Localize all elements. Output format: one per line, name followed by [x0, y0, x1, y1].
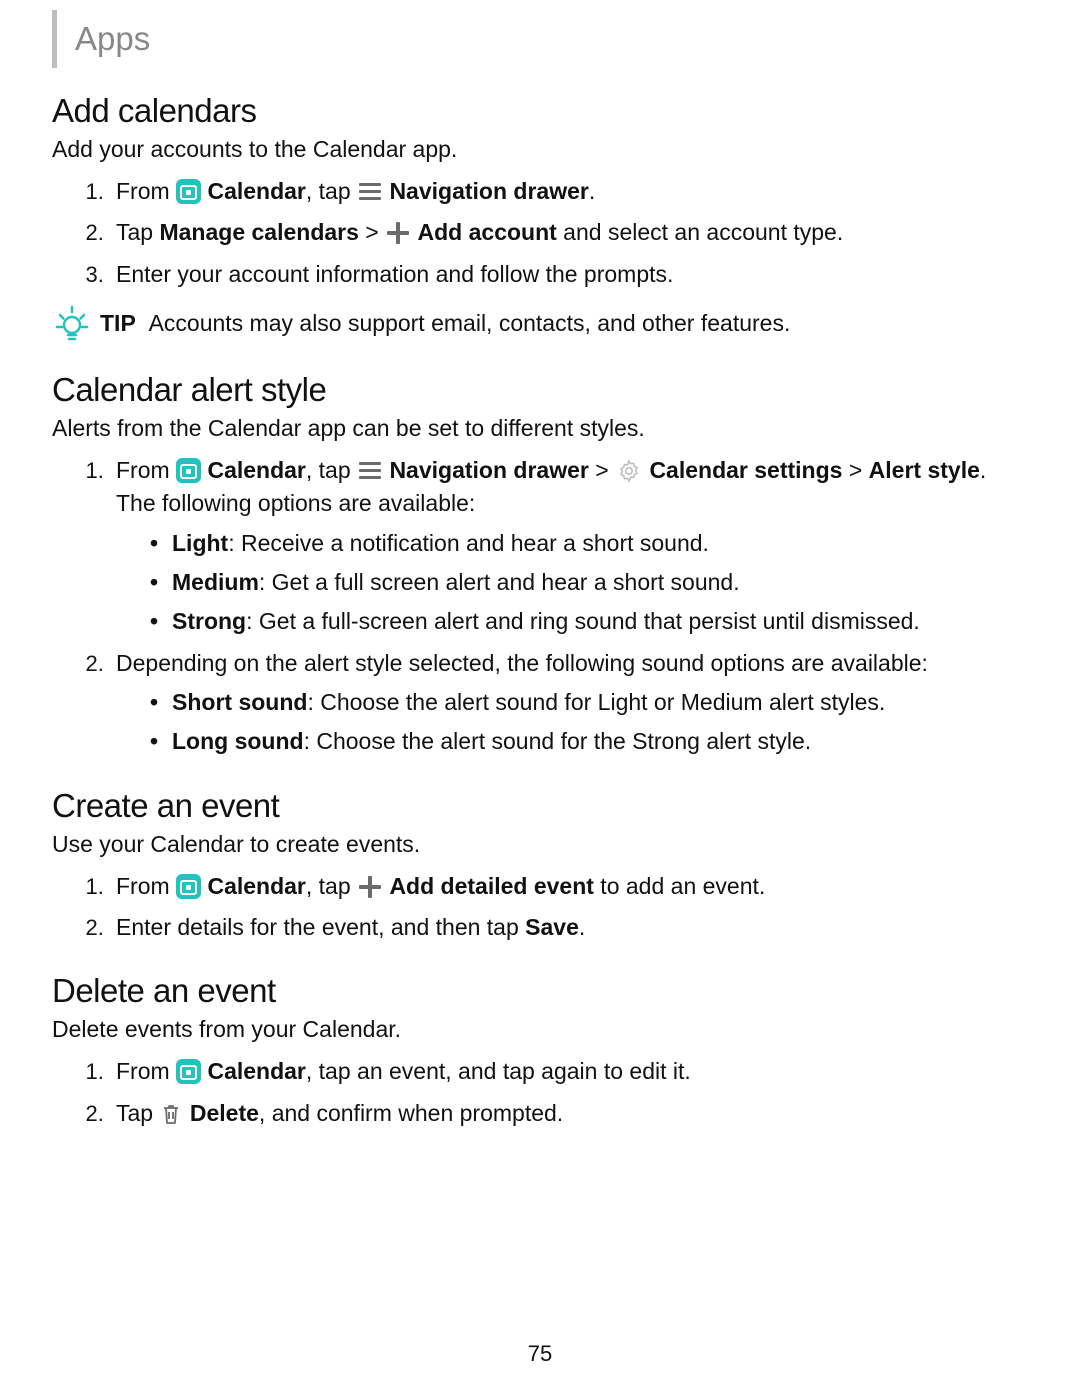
step-item: From Calendar, tap Navigation drawer > C…	[110, 454, 1028, 639]
heading: Calendar alert style	[52, 371, 1028, 409]
calendar-app-icon	[176, 874, 201, 899]
step-item: Tap Manage calendars > Add account and s…	[110, 216, 1028, 249]
page-number: 75	[0, 1341, 1080, 1367]
sub-item: Medium: Get a full screen alert and hear…	[150, 566, 1028, 599]
sub-list: Short sound: Choose the alert sound for …	[116, 686, 1028, 759]
heading: Create an event	[52, 787, 1028, 825]
header-rule	[52, 10, 57, 68]
heading: Delete an event	[52, 972, 1028, 1010]
tip-row: TIP Accounts may also support email, con…	[52, 303, 1028, 343]
step-list: From Calendar, tap Add detailed event to…	[52, 870, 1028, 945]
sub-item: Long sound: Choose the alert sound for t…	[150, 725, 1028, 758]
sub-list: Light: Receive a notification and hear a…	[116, 527, 1028, 639]
step-item: From Calendar, tap Navigation drawer.	[110, 175, 1028, 208]
step-item: From Calendar, tap an event, and tap aga…	[110, 1055, 1028, 1088]
calendar-app-icon	[176, 1059, 201, 1084]
step-list: From Calendar, tap an event, and tap aga…	[52, 1055, 1028, 1130]
trash-delete-icon	[161, 1102, 181, 1126]
lightbulb-tip-icon	[52, 303, 92, 343]
step-list: From Calendar, tap Navigation drawer > C…	[52, 454, 1028, 759]
step-item: Enter details for the event, and then ta…	[110, 911, 1028, 944]
step-item: Tap Delete, and confirm when prompted.	[110, 1097, 1028, 1130]
lead-text: Delete events from your Calendar.	[52, 1016, 1028, 1043]
section-alert-style: Calendar alert style Alerts from the Cal…	[52, 371, 1028, 759]
calendar-app-icon	[176, 458, 201, 483]
step-item: From Calendar, tap Add detailed event to…	[110, 870, 1028, 903]
lead-text: Alerts from the Calendar app can be set …	[52, 415, 1028, 442]
calendar-app-icon	[176, 179, 201, 204]
hamburger-menu-icon	[359, 462, 381, 480]
plus-icon	[387, 222, 409, 244]
sub-item: Light: Receive a notification and hear a…	[150, 527, 1028, 560]
section-delete-event: Delete an event Delete events from your …	[52, 972, 1028, 1130]
heading: Add calendars	[52, 92, 1028, 130]
header-title: Apps	[75, 20, 150, 58]
settings-gear-icon	[617, 459, 641, 483]
step-item: Enter your account information and follo…	[110, 258, 1028, 291]
sub-item: Short sound: Choose the alert sound for …	[150, 686, 1028, 719]
lead-text: Use your Calendar to create events.	[52, 831, 1028, 858]
lead-text: Add your accounts to the Calendar app.	[52, 136, 1028, 163]
step-list: From Calendar, tap Navigation drawer. Ta…	[52, 175, 1028, 291]
plus-icon	[359, 876, 381, 898]
section-add-calendars: Add calendars Add your accounts to the C…	[52, 92, 1028, 343]
page-header: Apps	[52, 10, 150, 68]
step-item: Depending on the alert style selected, t…	[110, 647, 1028, 759]
section-create-event: Create an event Use your Calendar to cre…	[52, 787, 1028, 945]
sub-item: Strong: Get a full-screen alert and ring…	[150, 605, 1028, 638]
page-body: Add calendars Add your accounts to the C…	[52, 92, 1028, 1140]
hamburger-menu-icon	[359, 183, 381, 201]
